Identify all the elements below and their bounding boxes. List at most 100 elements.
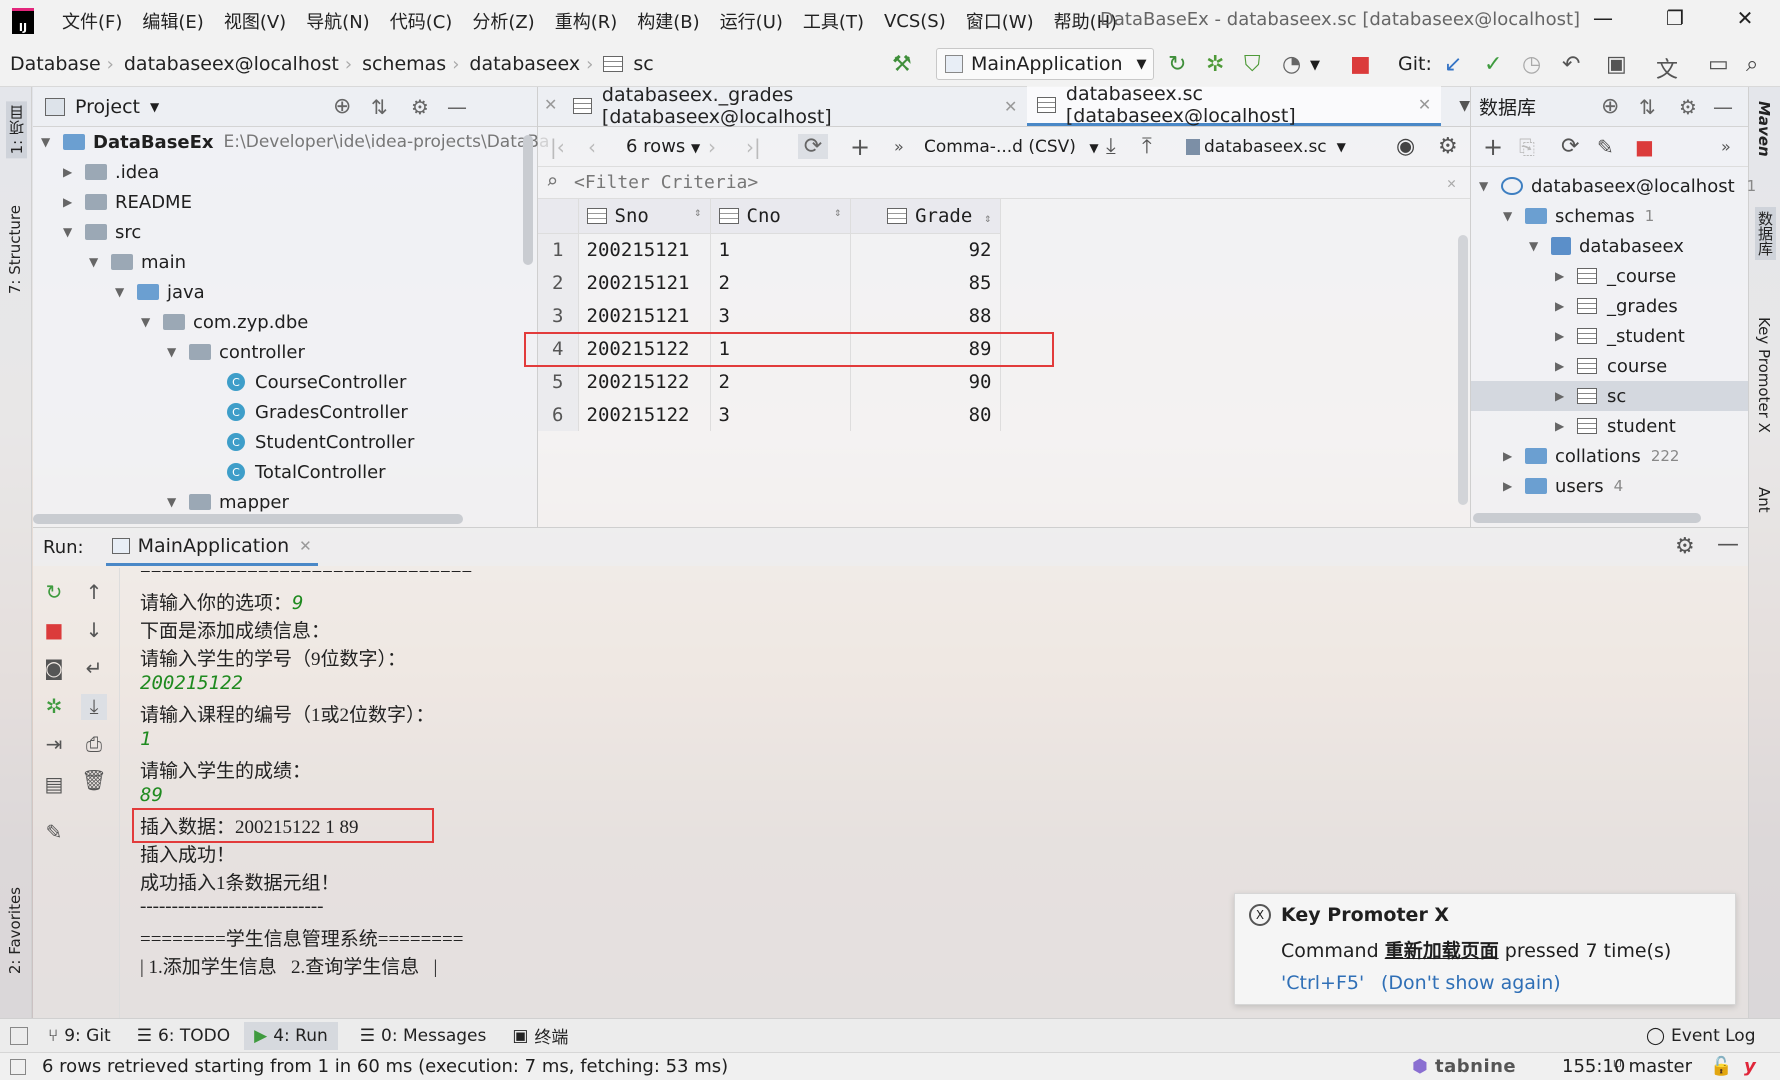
intellij-logo-icon[interactable]: IJ <box>12 8 34 34</box>
cell-cno[interactable]: 3 <box>710 398 851 431</box>
down-arrow-icon[interactable]: ↓ <box>81 618 107 644</box>
tree-item-mapper[interactable]: ▼ mapper <box>167 487 289 517</box>
hide-panel-icon[interactable]: — <box>1717 532 1739 557</box>
cell-grade[interactable]: 88 <box>850 299 1001 332</box>
db-table[interactable]: ▶ course <box>1555 351 1667 381</box>
gear-icon[interactable]: ⚙ <box>1438 134 1458 159</box>
cell-sno[interactable]: 200215121 <box>578 299 711 332</box>
scroll-to-end-icon[interactable]: ⤓ <box>81 694 107 720</box>
table-row[interactable]: 2 200215121 2 85 <box>538 266 1001 299</box>
cell-cno[interactable]: 2 <box>710 266 851 299</box>
tree-item-total-controller[interactable]: C TotalController <box>227 457 386 487</box>
tree-item-src[interactable]: ▼ src <box>63 217 141 247</box>
cell-sno[interactable]: 200215121 <box>578 233 711 266</box>
tab-list-chevron-icon[interactable]: ▼ <box>1459 98 1470 114</box>
menu-edit[interactable]: 编辑(E) <box>132 8 213 34</box>
git-update-icon[interactable]: ↙ <box>1444 52 1462 77</box>
breadcrumb-schemas[interactable]: schemas <box>352 53 452 75</box>
last-page-icon[interactable]: ›| <box>746 135 761 159</box>
soft-wrap-icon[interactable]: ↵ <box>81 656 107 682</box>
db-schema-databaseex[interactable]: ▼ databaseex <box>1529 231 1684 261</box>
menu-run[interactable]: 运行(U) <box>710 8 793 34</box>
locate-icon[interactable]: ⊕ <box>1601 94 1619 119</box>
panel-toggle-icon[interactable] <box>10 1026 28 1045</box>
maximize-icon[interactable]: ❐ <box>1660 6 1690 36</box>
tree-item-student-controller[interactable]: C StudentController <box>227 427 414 457</box>
sort-icon[interactable]: ⇕ <box>984 211 991 225</box>
table-row[interactable]: 5 200215122 2 90 <box>538 365 1001 398</box>
sort-icon[interactable]: ⇕ <box>694 205 701 219</box>
refresh-icon[interactable]: ⟳ <box>798 134 828 159</box>
tab-maven[interactable]: Maven <box>1755 101 1773 157</box>
db-users[interactable]: ▶ users 4 <box>1503 471 1623 501</box>
menu-refactor[interactable]: 重构(R) <box>545 8 628 34</box>
menu-view[interactable]: 视图(V) <box>214 8 296 34</box>
cell-cno[interactable]: 3 <box>710 299 851 332</box>
stop-icon[interactable]: ■ <box>41 618 67 644</box>
menu-code[interactable]: 代码(C) <box>380 8 463 34</box>
tree-item-readme[interactable]: ▶ README <box>63 187 192 217</box>
vertical-scrollbar[interactable] <box>523 135 533 265</box>
project-structure-icon[interactable]: ▣ <box>1606 52 1627 77</box>
column-header-grade[interactable]: Grade ⇕ <box>850 199 1001 234</box>
breadcrumb-connection[interactable]: databaseex@localhost <box>114 53 345 75</box>
next-page-icon[interactable]: › <box>708 135 716 159</box>
cell-grade[interactable]: 85 <box>850 266 1001 299</box>
run-config-select[interactable]: MainApplication ▼ <box>936 48 1154 80</box>
debug-icon[interactable]: ✲ <box>1206 52 1224 77</box>
close-icon[interactable]: ✕ <box>1730 6 1760 36</box>
tab-favorites[interactable]: 2: Favorites <box>6 887 24 974</box>
chevron-down-icon[interactable]: ▼ <box>150 100 159 114</box>
upload-icon[interactable]: ⤒ <box>1142 134 1152 159</box>
cell-grade[interactable]: 80 <box>850 398 1001 431</box>
db-schemas[interactable]: ▼ schemas 1 <box>1503 201 1654 231</box>
table-row[interactable]: 6 200215122 3 80 <box>538 398 1001 431</box>
db-table[interactable]: ▶ _student <box>1555 321 1685 351</box>
table-row[interactable]: 1 200215121 1 92 <box>538 233 1001 266</box>
refresh-icon[interactable]: ⟳ <box>1561 134 1579 159</box>
tree-root[interactable]: ▼ DataBaseEx E:\Developer\ide\idea-proje… <box>41 127 549 157</box>
stop-icon[interactable]: ■ <box>1350 52 1371 77</box>
tab-database[interactable]: 数据库 <box>1755 207 1776 260</box>
grid-scrollbar[interactable] <box>1458 235 1468 505</box>
cell-grade[interactable]: 90 <box>850 365 1001 398</box>
more-icon[interactable]: » <box>1721 137 1731 156</box>
more-icon[interactable]: » <box>894 137 904 156</box>
schema-select[interactable]: databaseex.sc ▼ <box>1186 137 1346 157</box>
db-table[interactable]: ▶ _grades <box>1555 291 1678 321</box>
dont-show-again-link[interactable]: (Don't show again) <box>1381 972 1561 994</box>
filter-bar[interactable]: ⌕ <Filter Criteria> ✕ <box>538 167 1470 199</box>
collapse-all-icon[interactable]: ⇅ <box>371 95 388 119</box>
history-icon[interactable]: ◷ <box>1522 52 1541 77</box>
tab-event-log[interactable]: ◯ Event Log <box>1646 1026 1756 1046</box>
close-icon[interactable]: ✕ <box>299 537 312 555</box>
tab-ant[interactable]: Ant <box>1755 487 1773 513</box>
tab-grades[interactable]: databaseex._grades [databaseex@localhost… <box>563 84 1027 128</box>
menu-vcs[interactable]: VCS(S) <box>874 11 956 32</box>
column-header-sno[interactable]: Sno ⇕ <box>578 199 711 234</box>
layout-icon[interactable]: ▤ <box>41 772 67 798</box>
export-format-select[interactable]: Comma-...d (CSV) ▼ <box>924 137 1099 157</box>
db-table[interactable]: ▶ _course <box>1555 261 1676 291</box>
status-toggle-icon[interactable] <box>10 1058 26 1075</box>
collapse-all-icon[interactable]: ⇅ <box>1639 95 1656 119</box>
rerun-icon[interactable]: ↻ <box>41 580 67 606</box>
tree-item-package[interactable]: ▼ com.zyp.dbe <box>141 307 308 337</box>
tab-todo[interactable]: ☰ 6: TODO <box>137 1026 230 1046</box>
tab-key-promoter[interactable]: Key Promoter X <box>1755 317 1773 433</box>
sort-icon[interactable]: ⇕ <box>834 205 841 219</box>
stop-icon[interactable]: ■ <box>1635 135 1654 159</box>
horizontal-scrollbar[interactable] <box>1473 513 1701 523</box>
hide-panel-icon[interactable]: — <box>1713 95 1733 119</box>
db-table-selected[interactable]: ▶ sc <box>1471 381 1748 411</box>
download-icon[interactable]: ⤓ <box>1106 134 1116 159</box>
menu-analyze[interactable]: 分析(Z) <box>462 8 544 34</box>
close-icon[interactable]: ✕ <box>544 95 557 114</box>
locate-icon[interactable]: ⊕ <box>333 94 351 119</box>
camera-icon[interactable]: ◙ <box>41 656 67 682</box>
db-connection[interactable]: ▼ databaseex@localhost 1 <box>1479 171 1756 201</box>
search-icon[interactable]: ⌕ <box>1746 52 1758 77</box>
tab-project[interactable]: 1: 项目 <box>6 101 27 159</box>
gear-icon[interactable]: ⚙ <box>411 95 429 119</box>
cell-cno[interactable]: 2 <box>710 365 851 398</box>
